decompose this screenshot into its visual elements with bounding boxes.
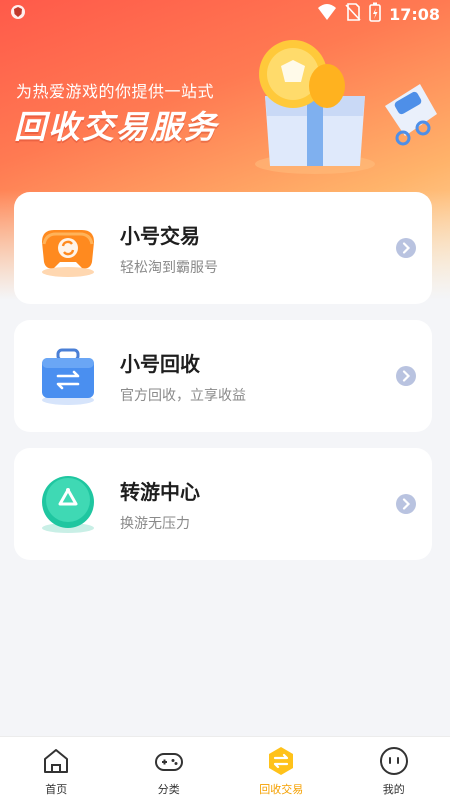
card-title: 小号交易: [120, 223, 200, 248]
no-sim-icon: [345, 3, 361, 25]
bag-swap-icon: [42, 348, 94, 405]
status-bar: 17:08: [0, 0, 450, 28]
card-subtitle: 官方回收，立享收益: [120, 387, 246, 404]
battery-icon: [369, 2, 381, 26]
wifi-icon: [317, 3, 337, 25]
profile-icon: [379, 747, 408, 775]
card-title: 小号回收: [120, 351, 200, 376]
tab-category[interactable]: 分类: [113, 737, 226, 800]
tab-label: 我的: [382, 783, 405, 796]
shield-icon: [10, 4, 26, 24]
card-game-transfer[interactable]: 转游中心 换游无压力: [14, 448, 432, 560]
chevron-right-icon: [396, 366, 416, 386]
card-title: 转游中心: [120, 479, 200, 504]
recycle-coin-icon: [42, 476, 94, 533]
card-account-trade[interactable]: 小号交易 轻松淘到霸服号: [14, 192, 432, 304]
bottom-tab-bar: 首页 分类 回收交易 我的: [0, 736, 450, 800]
tab-label: 首页: [45, 783, 68, 796]
home-icon: [44, 749, 69, 773]
gamepad-icon: [154, 753, 183, 771]
swap-icon: [269, 747, 294, 775]
tab-label: 回收交易: [259, 783, 304, 796]
card-subtitle: 换游无压力: [120, 515, 190, 532]
gift-box-illustration: [255, 40, 437, 174]
tab-home[interactable]: 首页: [0, 737, 113, 800]
card-subtitle: 轻松淘到霸服号: [120, 259, 218, 276]
card-account-recycle[interactable]: 小号回收 官方回收，立享收益: [14, 320, 432, 432]
chevron-right-icon: [396, 238, 416, 258]
tab-label: 分类: [157, 783, 180, 796]
tab-profile[interactable]: 我的: [338, 737, 450, 800]
status-time: 17:08: [389, 4, 440, 24]
gamepad-refresh-icon: [42, 230, 94, 277]
banner-title: 回收交易服务: [14, 108, 219, 146]
chevron-right-icon: [396, 494, 416, 514]
tab-recycle-trade[interactable]: 回收交易: [225, 737, 338, 800]
banner-subtitle: 为热爱游戏的你提供一站式: [16, 82, 215, 101]
